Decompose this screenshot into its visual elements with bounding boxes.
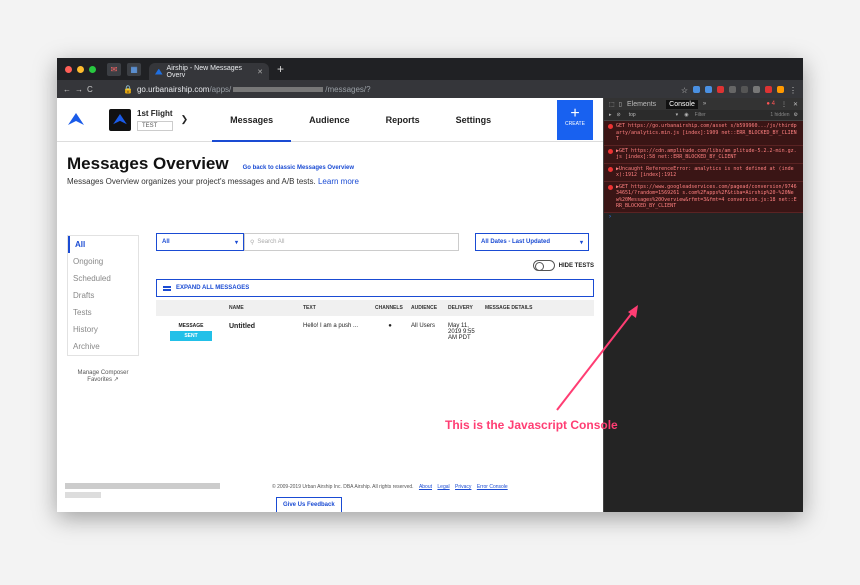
annotation-label: This is the Javascript Console bbox=[445, 418, 618, 432]
annotation-arrow bbox=[556, 305, 638, 411]
